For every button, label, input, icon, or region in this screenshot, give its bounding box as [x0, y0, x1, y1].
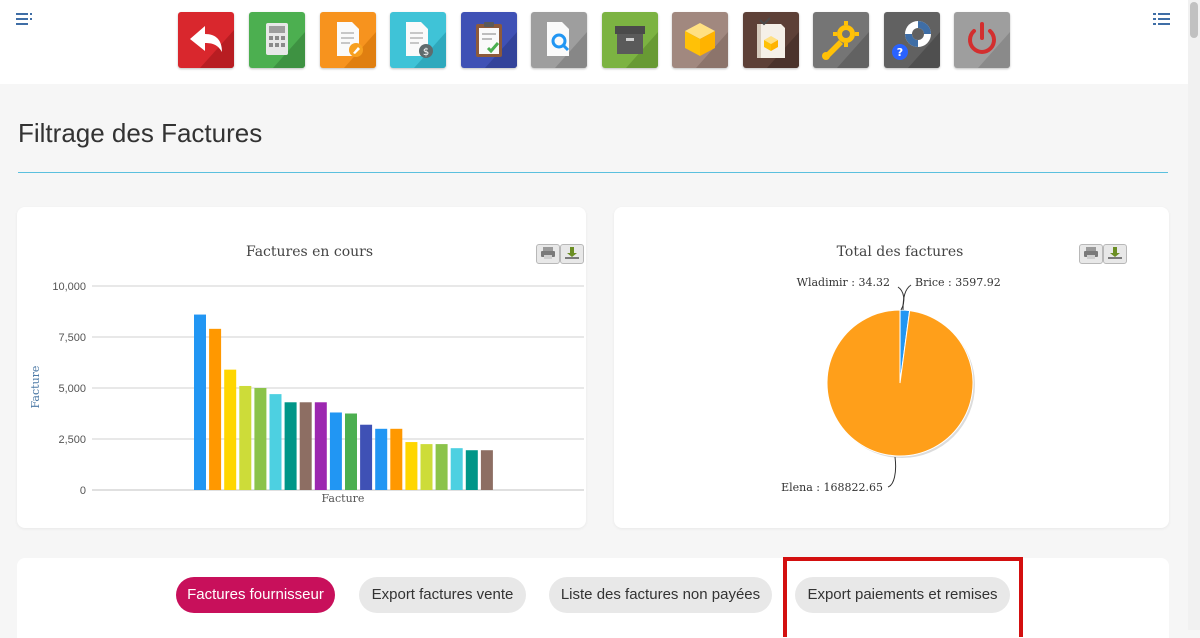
top-toolbar: $ [0, 0, 1188, 84]
unpaid-invoices-list-button[interactable]: Liste des factures non payées [549, 577, 772, 613]
product-cube-icon[interactable] [672, 12, 728, 68]
bar[interactable] [254, 388, 266, 490]
pie-label-connector [888, 457, 896, 487]
pie-slice-label: Wladimir : 34.32 [797, 276, 890, 289]
back-arrow-icon[interactable] [178, 12, 234, 68]
x-axis-label: Facture [322, 492, 365, 505]
svg-text:?: ? [897, 46, 903, 59]
bar[interactable] [270, 394, 282, 490]
title-divider [18, 172, 1168, 173]
clipboard-check-icon[interactable] [461, 12, 517, 68]
bar[interactable] [345, 414, 357, 491]
y-tick-label: 7,500 [58, 332, 86, 344]
bar[interactable] [194, 315, 206, 490]
power-icon[interactable] [954, 12, 1010, 68]
list-menu-icon[interactable] [1153, 12, 1173, 28]
bar[interactable] [224, 370, 236, 490]
pie-slice-label: Elena : 168822.65 [781, 481, 883, 494]
bar[interactable] [330, 412, 342, 490]
bar[interactable] [481, 450, 493, 490]
bar[interactable] [466, 450, 478, 490]
pie-chart-plot: Wladimir : 34.32 Brice : 3597.92 Elena : 1… [614, 207, 1169, 528]
bar[interactable] [451, 448, 463, 490]
catalog-book-icon[interactable] [743, 12, 799, 68]
bar[interactable] [421, 444, 433, 490]
bar-chart-plot: 10,000 7,500 5,000 2,500 0 Facture Facture [17, 207, 586, 528]
y-tick-label: 2,500 [58, 434, 86, 446]
bar[interactable] [285, 402, 297, 490]
edit-document-icon[interactable] [320, 12, 376, 68]
bar[interactable] [209, 329, 221, 490]
pie-label-connector [903, 285, 911, 310]
bar-chart-card: Factures en cours 10,0007,5005,0002,5000… [17, 207, 586, 528]
svg-text:$: $ [423, 47, 429, 58]
bar[interactable] [436, 444, 448, 490]
bar[interactable] [300, 402, 312, 490]
bar[interactable] [405, 442, 417, 490]
pie-slice[interactable] [827, 310, 973, 456]
supplier-invoices-button[interactable]: Factures fournisseur [176, 577, 335, 613]
bar[interactable] [375, 429, 387, 490]
pie-chart-card: Total des factures Wladimir : 34.32Brice… [614, 207, 1169, 528]
settings-wrench-icon[interactable] [813, 12, 869, 68]
y-tick-label: 10,000 [52, 281, 86, 293]
scrollbar-thumb[interactable] [1190, 2, 1198, 38]
y-axis-label: Facture [29, 366, 42, 409]
bar[interactable] [315, 402, 327, 490]
invoice-dollar-icon[interactable]: $ [390, 12, 446, 68]
pie-slice-label: Brice : 3597.92 [915, 276, 1001, 289]
bar[interactable] [239, 386, 251, 490]
highlight-annotation [783, 557, 1023, 637]
document-search-icon[interactable] [531, 12, 587, 68]
export-sales-invoices-button[interactable]: Export factures vente [359, 577, 526, 613]
y-tick-label: 5,000 [58, 383, 86, 395]
page-scrollbar[interactable] [1188, 0, 1200, 630]
calculator-icon[interactable] [249, 12, 305, 68]
bar[interactable] [360, 425, 372, 490]
sidebar-toggle-icon[interactable] [16, 12, 36, 28]
bar[interactable] [390, 429, 402, 490]
y-tick-label: 0 [80, 485, 86, 497]
page-title: Filtrage des Factures [18, 118, 262, 149]
archive-box-icon[interactable] [602, 12, 658, 68]
help-lifebuoy-icon[interactable]: ? [884, 12, 940, 68]
